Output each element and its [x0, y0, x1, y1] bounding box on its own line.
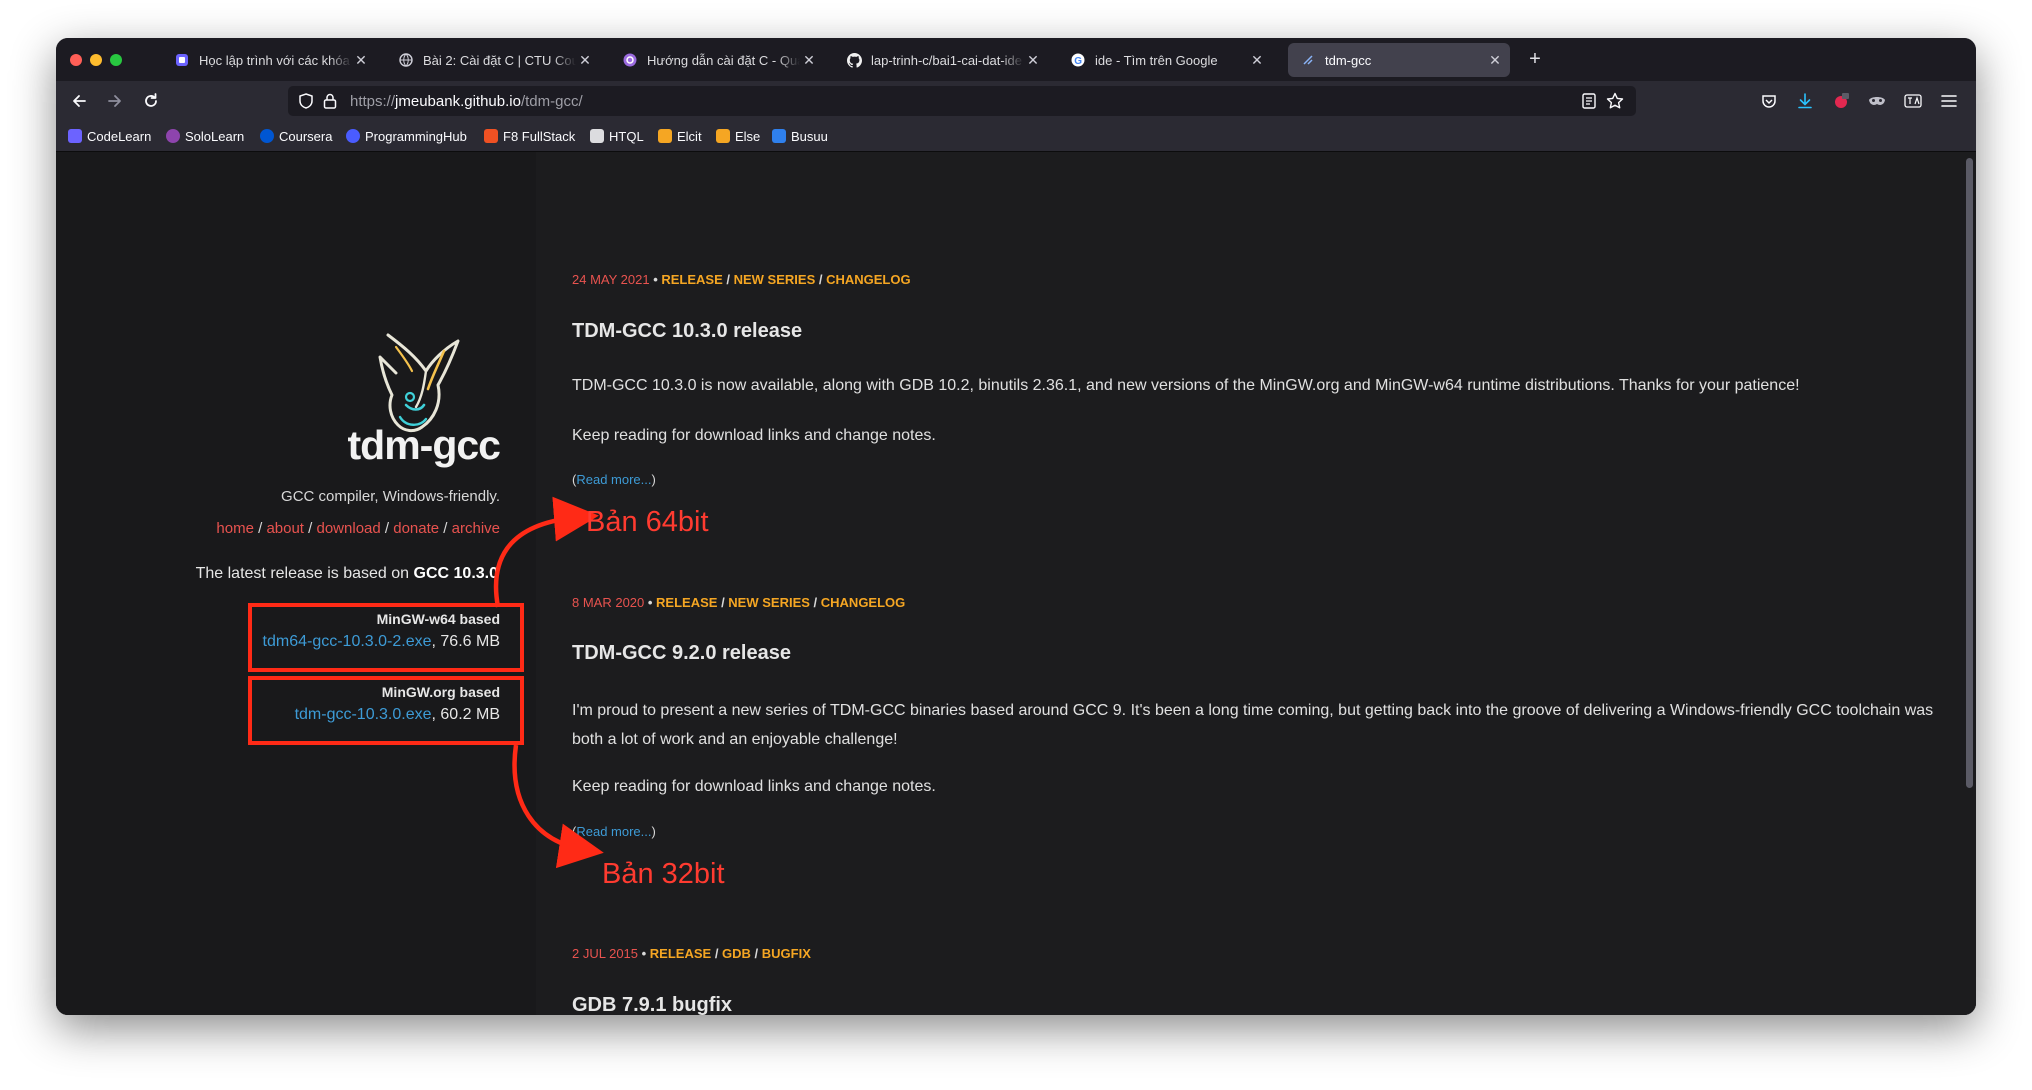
- reader-view-icon[interactable]: [1582, 93, 1596, 109]
- google-favicon-icon: G: [1070, 52, 1086, 68]
- reload-icon: [145, 93, 157, 107]
- tab-quarto-guide[interactable]: Hướng dẫn cài đặt C - Quar ✕: [610, 43, 824, 77]
- close-window-button[interactable]: [70, 54, 82, 66]
- zoom-window-button[interactable]: [110, 54, 122, 66]
- tab-label: tdm-gcc: [1325, 52, 1372, 68]
- bookmark-label: ProgrammingHub: [365, 128, 467, 144]
- tab-close-icon[interactable]: ✕: [576, 52, 594, 69]
- github-favicon-icon: [846, 52, 862, 68]
- bookmark-label: SoloLearn: [185, 128, 245, 144]
- tab-bar: Học lập trình với các khóa h ✕ Bài 2: Cà…: [56, 38, 1976, 81]
- coursera-icon: [260, 129, 274, 143]
- tab-codelearn[interactable]: Học lập trình với các khóa h ✕: [162, 43, 376, 77]
- elcit-icon: [658, 129, 672, 143]
- pocket-button[interactable]: [1756, 88, 1782, 114]
- lock-icon[interactable]: [323, 93, 337, 109]
- tab-close-icon[interactable]: ✕: [352, 52, 370, 69]
- annotation-arrows: [493, 496, 604, 869]
- url-scheme: https://: [350, 93, 396, 110]
- url-path: /tdm-gcc/: [520, 93, 583, 110]
- tracking-shield-icon[interactable]: [298, 93, 314, 109]
- new-tab-button[interactable]: +: [1522, 46, 1548, 72]
- globe-favicon-icon: [398, 52, 414, 68]
- tab-label: ide - Tìm trên Google: [1095, 52, 1218, 68]
- forward-button[interactable]: [102, 88, 128, 114]
- url-text[interactable]: https://jmeubank.github.io/tdm-gcc/: [350, 93, 583, 110]
- tab-label: lap-trinh-c/bai1-cai-dat-ide: [871, 52, 1023, 68]
- bookmark-label: Elcit: [677, 128, 702, 144]
- bookmark-f8-fullstack[interactable]: F8 FullStack: [484, 121, 575, 151]
- codelearn-favicon-icon: [174, 52, 190, 68]
- arrow-to-64bit-label: [493, 496, 599, 608]
- tab-close-icon[interactable]: ✕: [1248, 52, 1266, 69]
- tab-close-icon[interactable]: ✕: [1024, 52, 1042, 69]
- address-bar[interactable]: https://jmeubank.github.io/tdm-gcc/: [288, 86, 1636, 116]
- extension-mask-icon: [1869, 97, 1885, 105]
- f8-icon: [484, 129, 498, 143]
- bookmark-star-icon[interactable]: [1606, 92, 1624, 110]
- back-button[interactable]: [66, 88, 92, 114]
- bookmark-label: Busuu: [791, 128, 828, 144]
- codelearn-icon: [68, 129, 82, 143]
- tab-label: Bài 2: Cài đặt C | CTU Cour: [423, 52, 576, 68]
- programminghub-icon: [346, 129, 360, 143]
- bookmark-label: HTQL: [609, 128, 644, 144]
- back-arrow-icon: [73, 95, 86, 107]
- extension-red-icon: [1835, 93, 1849, 108]
- url-host: jmeubank.github.io: [395, 93, 521, 110]
- bookmark-label: Coursera: [279, 128, 333, 144]
- bookmark-label: Else: [735, 128, 761, 144]
- browser-window: Học lập trình với các khóa h ✕ Bài 2: Cà…: [56, 38, 1976, 1015]
- extension-button-2[interactable]: [1864, 88, 1890, 114]
- htql-icon: [590, 129, 604, 143]
- extension-button-3[interactable]: [1900, 88, 1926, 114]
- page-viewport: tdm-gcc GCC compiler, Windows-friendly. …: [56, 152, 1976, 1015]
- downloads-button[interactable]: [1792, 88, 1818, 114]
- tab-close-icon[interactable]: ✕: [1486, 52, 1504, 69]
- tab-label: Hướng dẫn cài đặt C - Quar: [647, 52, 800, 68]
- hamburger-menu-icon: [1941, 95, 1957, 107]
- bookmark-coursera[interactable]: Coursera: [260, 121, 332, 151]
- bookmark-programminghub[interactable]: ProgrammingHub: [346, 121, 467, 151]
- navigation-toolbar: https://jmeubank.github.io/tdm-gcc/: [56, 81, 1976, 121]
- app-menu-button[interactable]: [1936, 88, 1962, 114]
- arrow-to-32bit-label: [512, 744, 604, 869]
- tab-tdm-gcc[interactable]: tdm-gcc ✕: [1288, 43, 1510, 77]
- bookmark-htql[interactable]: HTQL: [590, 121, 644, 151]
- bookmark-elcit[interactable]: Elcit: [658, 121, 702, 151]
- annotation-label-64bit: Bản 64bit: [586, 506, 709, 538]
- tab-close-icon[interactable]: ✕: [800, 52, 818, 69]
- pocket-icon: [1762, 95, 1776, 108]
- busuu-icon: [772, 129, 786, 143]
- bookmarks-toolbar: CodeLearn SoloLearn Coursera Programming…: [56, 121, 1976, 152]
- sololearn-icon: [166, 129, 180, 143]
- bookmark-sololearn[interactable]: SoloLearn: [166, 121, 244, 151]
- bookmark-label: CodeLearn: [87, 128, 152, 144]
- tab-github[interactable]: lap-trinh-c/bai1-cai-dat-ide ✕: [834, 43, 1048, 77]
- reload-button[interactable]: [138, 88, 164, 114]
- quarto-favicon-icon: [622, 52, 638, 68]
- extension-button-1[interactable]: [1828, 88, 1854, 114]
- tab-ctu-course[interactable]: Bài 2: Cài đặt C | CTU Cour ✕: [386, 43, 600, 77]
- svg-text:G: G: [1074, 56, 1082, 67]
- bookmark-label: F8 FullStack: [503, 128, 576, 144]
- forward-arrow-icon: [108, 95, 121, 107]
- tab-google-search[interactable]: G ide - Tìm trên Google ✕: [1058, 43, 1272, 77]
- minimize-window-button[interactable]: [90, 54, 102, 66]
- extension-translate-icon: [1904, 94, 1922, 108]
- annotation-label-32bit: Bản 32bit: [602, 858, 725, 890]
- tdm-favicon-icon: [1300, 52, 1316, 68]
- tab-label: Học lập trình với các khóa h: [199, 52, 352, 68]
- download-arrow-icon: [1798, 93, 1812, 109]
- else-icon: [716, 129, 730, 143]
- bookmark-busuu[interactable]: Busuu: [772, 121, 828, 151]
- bookmark-else[interactable]: Else: [716, 121, 760, 151]
- bookmark-codelearn[interactable]: CodeLearn: [68, 121, 151, 151]
